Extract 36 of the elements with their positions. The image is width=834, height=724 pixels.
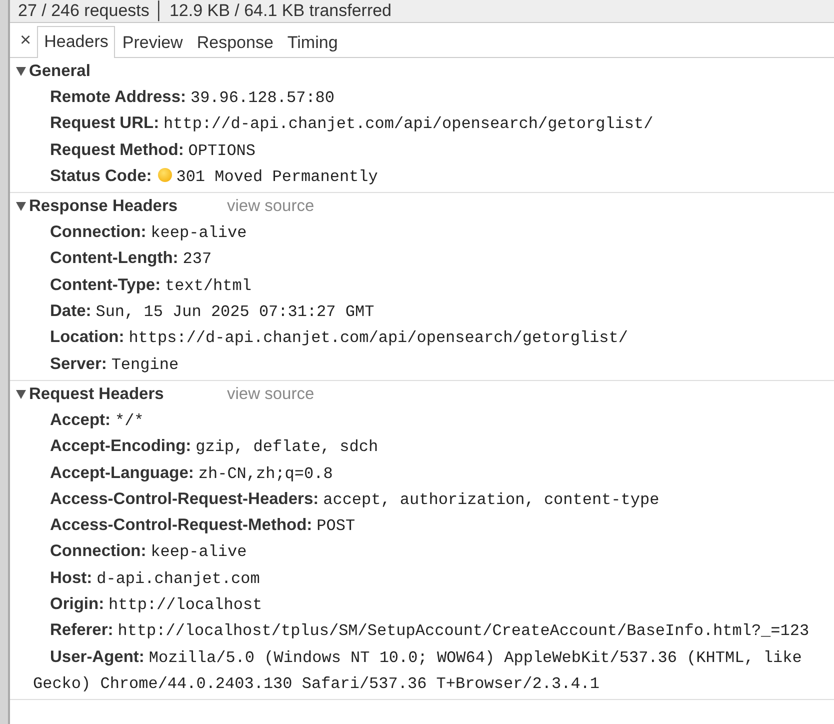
header-row-text: Origin: http://localhost: [49, 594, 264, 616]
header-row-text: Server: Tengine: [49, 354, 180, 376]
disclosure-triangle-icon[interactable]: [16, 67, 26, 76]
header-row-text: Connection: keep-alive: [49, 222, 248, 244]
header-row-text: Content-Type: text/html: [49, 274, 252, 297]
view-source-link[interactable]: view source: [227, 197, 314, 216]
header-row-text: User-Agent: Mozilla/5.0 (Windows NT 10.0; WOW64) AppleWebKit/537.36 (KHTML, like Gecko) Chrome/44.0.2403.130 Safari/537.36 T+Browser/2.3.4.1: [32, 646, 803, 695]
close-button[interactable]: ×: [14, 31, 38, 57]
header-row-text: Access-Control-Request-Headers: accept, authorization, content-type: [49, 488, 660, 511]
section-title[interactable]: Response Headers: [29, 197, 227, 216]
header-row-text: Accept-Encoding: gzip, deflate, sdch: [49, 436, 380, 458]
header-row-text: Remote Address: 39.96.128.57:80: [49, 87, 336, 109]
tab[interactable]: Headers: [37, 26, 116, 58]
header-row-text: Referer: http://localhost/tplus/SM/SetupAccount/CreateAccount/BaseInfo.html?_=123: [49, 620, 810, 642]
header-row-text: Location: https://d-api.chanjet.com/api/opensearch/getorglist/: [49, 327, 629, 350]
summary-text: 27 / 246 requests │ 12.9 KB / 64.1 KB transferred: [10, 0, 834, 23]
header-row-text: Request Method: OPTIONS: [49, 140, 257, 162]
header-row-text: Access-Control-Request-Method: POST: [49, 515, 356, 538]
section-title[interactable]: General: [29, 62, 227, 81]
header-row-text: Accept-Language: zh-CN,zh;q=0.8: [49, 462, 334, 485]
disclosure-triangle-icon[interactable]: [16, 202, 26, 212]
header-value: 301 Moved Permanently: [176, 168, 378, 186]
section-title[interactable]: Request Headers: [29, 384, 227, 404]
status-dot-icon: [158, 168, 172, 182]
header-row-text: Request URL: http://d-api.chanjet.com/api/opensearch/getorglist/: [49, 113, 654, 136]
tab[interactable]: Response: [190, 27, 280, 58]
header-row-text: Content-Length: 237: [49, 248, 213, 270]
disclosure-triangle-icon[interactable]: [16, 390, 26, 399]
header-row-text: Accept: */*: [49, 410, 145, 432]
header-name: Status Code:: [50, 166, 152, 185]
header-row-text: Connection: keep-alive: [49, 541, 248, 564]
tab[interactable]: Timing: [280, 27, 345, 58]
view-source-link[interactable]: view source: [227, 384, 314, 404]
tab[interactable]: Preview: [115, 27, 190, 58]
header-row-text: Host: d-api.chanjet.com: [49, 568, 261, 590]
header-row-text: Date: Sun, 15 Jun 2025 07:31:27 GMT: [49, 301, 376, 324]
